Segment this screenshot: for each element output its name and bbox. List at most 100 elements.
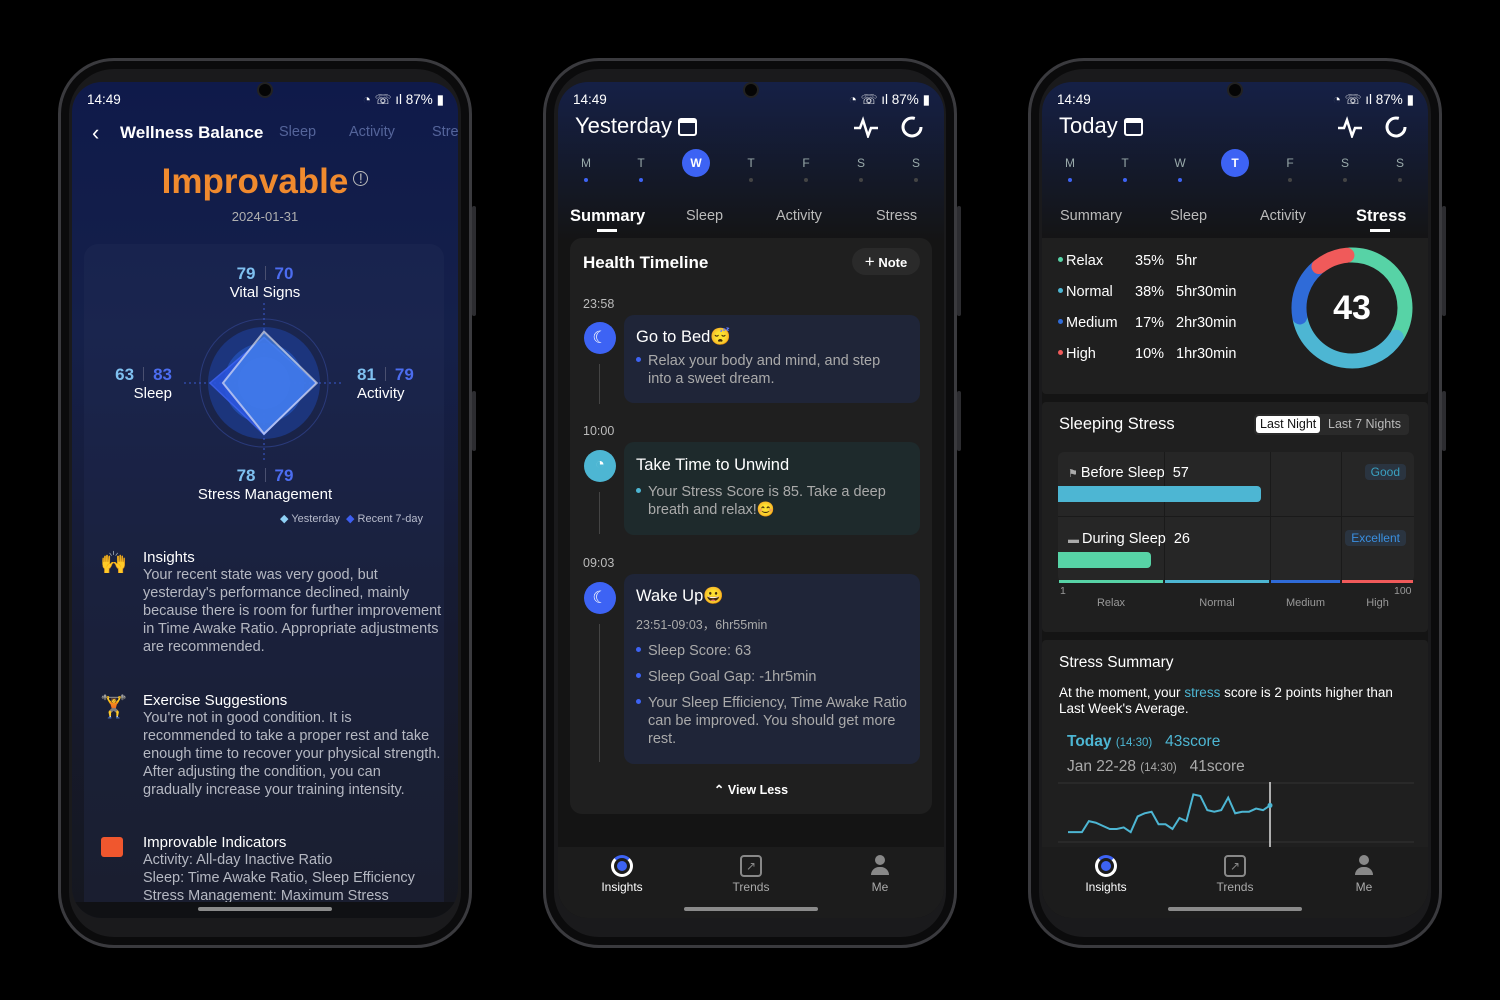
tab-stress[interactable]: Stress: [876, 208, 917, 224]
info-icon[interactable]: !: [353, 171, 369, 186]
nav-label: Me: [871, 880, 889, 894]
stress-trend-line: [1068, 793, 1271, 834]
tab-summary[interactable]: Summary: [1060, 208, 1122, 224]
bed-icon: ▬: [1068, 534, 1079, 546]
level-name: High: [1066, 346, 1096, 362]
status-time: 14:49: [87, 92, 121, 107]
nav-label: Insights: [601, 880, 643, 894]
day-4[interactable]: F: [792, 156, 820, 170]
calendar-icon[interactable]: [1124, 118, 1143, 136]
zone-bar-medium: [1271, 580, 1340, 583]
day-4[interactable]: F: [1276, 156, 1304, 170]
day-5[interactable]: S: [1331, 156, 1359, 170]
back-chevron-icon[interactable]: ‹: [92, 120, 99, 146]
view-less-button[interactable]: ⌃ View Less: [558, 782, 944, 797]
tab-activity[interactable]: Activity: [349, 124, 395, 140]
alert-card-icon: [101, 837, 123, 857]
level-dot: [1058, 288, 1063, 293]
nav-me[interactable]: Me: [1324, 855, 1404, 894]
rating-headline: Improvable!: [72, 162, 458, 202]
recent-diamond-icon: ◆: [345, 513, 355, 525]
level-percent: 10%: [1135, 346, 1165, 362]
trends-chart-icon: ↗: [1224, 855, 1246, 877]
day-0[interactable]: M: [572, 156, 600, 170]
moon-wake-icon: ☾: [584, 582, 616, 614]
event-subtitle: 23:51-09:03，6hr55min: [636, 618, 768, 632]
trend-current-point: [1267, 802, 1273, 808]
level-duration: 1hr30min: [1176, 346, 1237, 362]
day-data-dot: [1343, 178, 1347, 182]
calendar-icon[interactable]: [678, 118, 697, 136]
tab-sleep[interactable]: Sleep: [686, 208, 723, 224]
stress-summary-text: At the moment, your stress score is 2 po…: [1059, 685, 1393, 716]
level-duration: 5hr30min: [1176, 284, 1237, 300]
zone-label: High: [1366, 597, 1389, 609]
status-time: 14:49: [573, 92, 607, 107]
day-data-dot: [1398, 178, 1402, 182]
event-time: 10:00: [583, 424, 615, 438]
sleep-stress-rating: Good: [1364, 464, 1406, 480]
page-title: Today: [1059, 113, 1118, 138]
refresh-icon[interactable]: [900, 115, 924, 139]
day-3[interactable]: T: [737, 156, 765, 170]
day-0[interactable]: M: [1056, 156, 1084, 170]
day-data-dot: [749, 178, 753, 182]
day-data-dot: [1068, 178, 1072, 182]
sleeping-stress-title: Sleeping Stress: [1059, 415, 1175, 433]
moon-icon: ☾: [584, 322, 616, 354]
toggle-last-7-nights[interactable]: Last 7 Nights: [1328, 417, 1401, 431]
day-data-dot: [584, 178, 588, 182]
nav-insights[interactable]: Insights: [1066, 855, 1146, 894]
day-1[interactable]: T: [1111, 156, 1139, 170]
nav-me[interactable]: Me: [840, 855, 920, 894]
day-3[interactable]: T: [1221, 149, 1249, 177]
level-percent: 17%: [1135, 315, 1165, 331]
tab-sleep[interactable]: Sleep: [279, 124, 316, 140]
level-name: Medium: [1066, 315, 1118, 331]
day-data-dot: [1288, 178, 1292, 182]
tab-stress[interactable]: Stress: [1356, 207, 1406, 226]
stress-link[interactable]: stress: [1184, 685, 1220, 700]
radar-legend: ◆ Yesterday ◆ Recent 7-day: [280, 513, 423, 525]
tab-stress[interactable]: Stre: [432, 124, 458, 140]
tab-activity[interactable]: Activity: [776, 208, 822, 224]
home-indicator[interactable]: [198, 907, 332, 911]
day-6[interactable]: S: [1386, 156, 1414, 170]
insights-section: Insights Your recent state was very good,…: [143, 549, 442, 655]
tab-summary[interactable]: Summary: [570, 207, 645, 226]
home-indicator[interactable]: [1168, 907, 1302, 911]
radar-chart: [184, 303, 344, 463]
day-2[interactable]: W: [682, 149, 710, 177]
nav-insights[interactable]: Insights: [582, 855, 662, 894]
toggle-last-night[interactable]: Last Night: [1256, 416, 1321, 433]
home-indicator[interactable]: [684, 907, 818, 911]
nav-trends[interactable]: ↗ Trends: [711, 855, 791, 894]
stress-trend-chart: [1058, 782, 1414, 848]
nav-label: Trends: [1216, 880, 1254, 894]
day-2[interactable]: W: [1166, 156, 1194, 170]
yesterday-summary-screen: 14:49 ◔ ☏ ıl 87% ▮ Yesterday Summary Sle…: [558, 82, 944, 918]
sleep-stress-row-label: ⚑ Before Sleep 57: [1068, 465, 1189, 481]
me-person-icon: [869, 855, 891, 877]
day-1[interactable]: T: [627, 156, 655, 170]
zone-label: Normal: [1199, 597, 1235, 609]
nav-trends[interactable]: ↗ Trends: [1195, 855, 1275, 894]
tab-activity[interactable]: Activity: [1260, 208, 1306, 224]
level-dot: [1058, 319, 1063, 324]
week-score-row: Jan 22-28 (14:30) 41score: [1067, 758, 1245, 775]
day-6[interactable]: S: [902, 156, 930, 170]
day-data-dot: [1123, 178, 1127, 182]
status-battery: ◔ ☏ ıl 87% ▮: [848, 92, 930, 107]
refresh-icon[interactable]: [1384, 115, 1408, 139]
tab-sleep[interactable]: Sleep: [1170, 208, 1207, 224]
add-note-button[interactable]: + Note: [852, 248, 920, 275]
sleep-score: 63 83 Sleep: [115, 365, 172, 402]
nav-label: Me: [1355, 880, 1373, 894]
pulse-icon[interactable]: [853, 116, 879, 138]
day-5[interactable]: S: [847, 156, 875, 170]
page-title: Wellness Balance: [120, 123, 264, 142]
activity-score: 81 79 Activity: [357, 365, 414, 402]
day-data-dot: [859, 178, 863, 182]
pulse-icon[interactable]: [1337, 116, 1363, 138]
stress-level-row: Medium 17% 2hr30min: [1058, 315, 1258, 335]
